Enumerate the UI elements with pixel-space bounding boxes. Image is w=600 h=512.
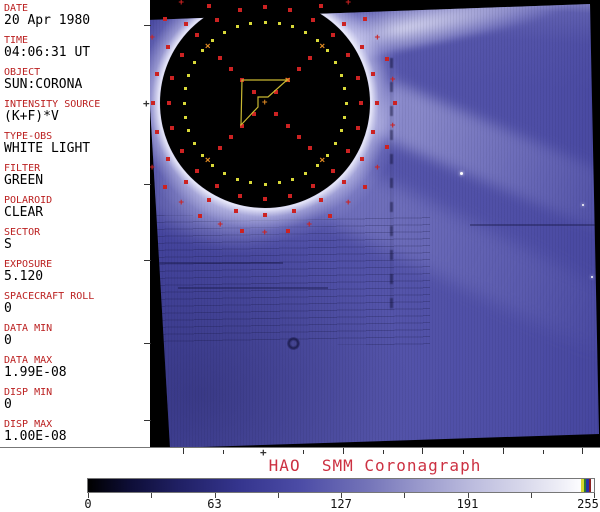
colorbar-tick (151, 493, 153, 498)
metadata-value: S (4, 237, 12, 252)
colorbar-tick-label: 63 (207, 497, 222, 511)
metadata-field: POLAROID CLEAR (4, 195, 150, 220)
metadata-value: 5.120 (4, 269, 44, 284)
axis-minor-tick-bottom (463, 450, 464, 454)
metadata-value: SUN:CORONA (4, 77, 83, 92)
axis-tick-left (144, 420, 151, 421)
metadata-value: 20 Apr 1980 (4, 13, 91, 28)
axis-tick-bottom (582, 448, 583, 454)
plot-bottom-border (0, 447, 600, 448)
metadata-field: TIME 04:06:31 UT (4, 35, 150, 60)
axis-tick-left (144, 25, 151, 26)
metadata-field: INTENSITY SOURCE (K+F)*V (4, 99, 150, 124)
axis-minor-tick-bottom (383, 450, 384, 454)
metadata-field: TYPE-OBS WHITE LIGHT (4, 131, 150, 156)
metadata-field: DATA MIN 0 (4, 323, 150, 348)
image-title: HAO SMM Coronagraph (268, 456, 482, 475)
colorbar-stripe (589, 479, 591, 492)
metadata-label: DISP MIN (4, 387, 53, 398)
colorbar-tick-label: 191 (456, 497, 479, 511)
metadata-value: 1.99E-08 (4, 365, 67, 380)
colorbar-tick (404, 493, 406, 498)
axis-minor-tick-bottom (543, 450, 544, 454)
metadata-value: 04:06:31 UT (4, 45, 91, 60)
colorbar-tick-label: 127 (330, 497, 352, 511)
axis-tick-left (144, 343, 151, 344)
axis-tick-bottom (343, 448, 344, 454)
colorbar-tick-label: 0 (84, 497, 92, 511)
image-display-area: ++++++++++++++++++×××××+ (150, 0, 600, 448)
sun-center-tick-left: + (143, 97, 150, 110)
pointer-triangle-annotation (240, 79, 289, 127)
metadata-field: DISP MAX 1.00E-08 (4, 419, 150, 444)
metadata-field: OBJECT SUN:CORONA (4, 67, 150, 92)
metadata-value: 0 (4, 301, 12, 316)
metadata-value: CLEAR (4, 205, 44, 220)
metadata-field: DATE 20 Apr 1980 (4, 3, 150, 28)
colorbar-tick (277, 493, 279, 498)
metadata-value: (K+F)*V (4, 109, 59, 124)
axis-tick-left (144, 184, 151, 185)
metadata-label: DATA MIN (4, 323, 53, 334)
metadata-field: FILTER GREEN (4, 163, 150, 188)
metadata-value: 0 (4, 333, 12, 348)
axis-minor-tick-bottom (223, 450, 224, 454)
metadata-panel: DATE 20 Apr 1980 TIME 04:06:31 UT OBJECT SUN:… (0, 0, 150, 448)
metadata-value: 0 (4, 397, 12, 412)
axis-minor-tick-bottom (303, 450, 304, 454)
metadata-value: WHITE LIGHT (4, 141, 91, 156)
colorbar-tick-label: 255 (577, 497, 599, 511)
axis-tick-bottom (422, 448, 423, 454)
metadata-field: SECTOR S (4, 227, 150, 252)
metadata-label: SECTOR (4, 227, 41, 238)
axis-tick-bottom (183, 448, 184, 454)
metadata-field: DATA MAX 1.99E-08 (4, 355, 150, 380)
axis-tick-left (144, 260, 151, 261)
smm-coronagraph-viewer: DATE 20 Apr 1980 TIME 04:06:31 UT OBJECT SUN:… (0, 0, 600, 512)
metadata-field: EXPOSURE 5.120 (4, 259, 150, 284)
colorbar (87, 478, 595, 493)
metadata-value: GREEN (4, 173, 44, 188)
metadata-field: SPACECRAFT ROLL 0 (4, 291, 150, 316)
metadata-field: DISP MIN 0 (4, 387, 150, 412)
axis-tick-bottom (503, 448, 504, 454)
colorbar-tick (530, 493, 532, 498)
metadata-value: 1.00E-08 (4, 429, 67, 444)
metadata-label: SPACECRAFT ROLL (4, 291, 95, 302)
